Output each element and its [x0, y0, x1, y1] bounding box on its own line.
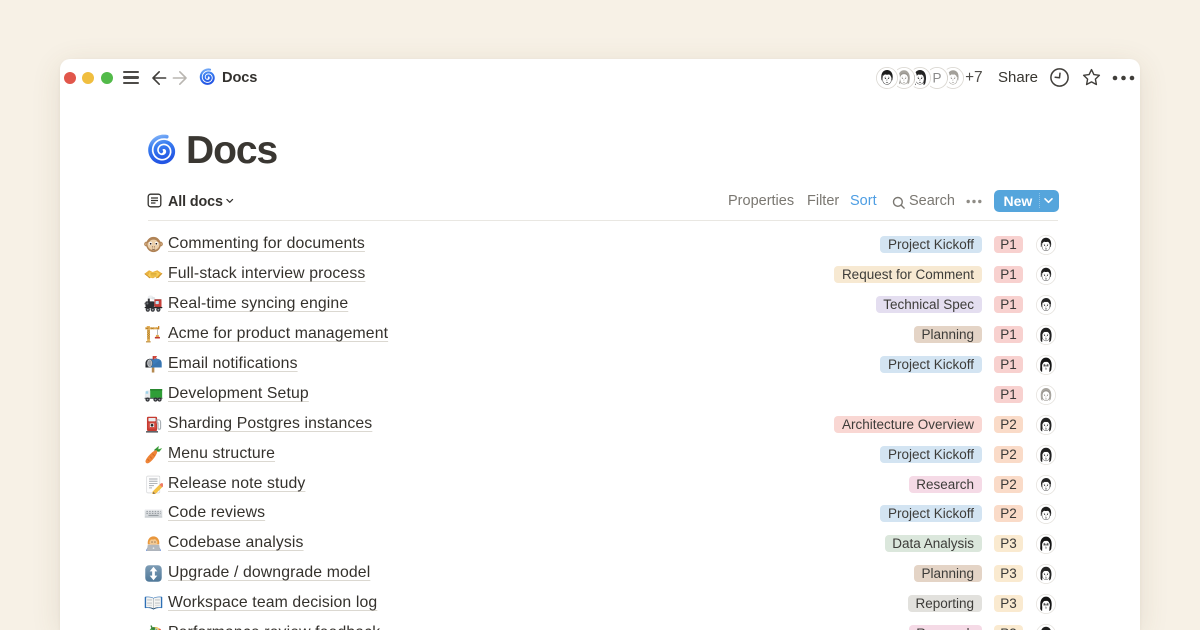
- svg-text:P: P: [932, 70, 941, 85]
